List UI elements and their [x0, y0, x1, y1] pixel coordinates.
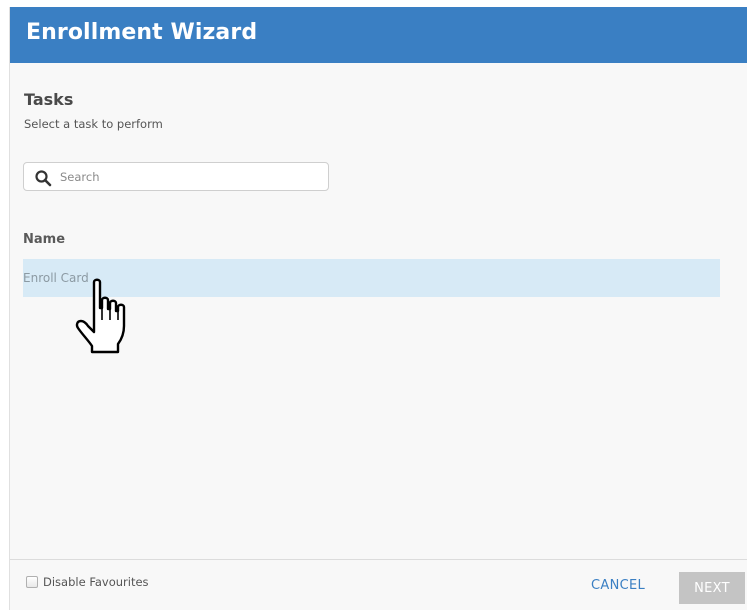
column-header-name: Name [23, 232, 66, 247]
cancel-button[interactable]: CANCEL [591, 578, 645, 593]
disable-favourites-toggle[interactable]: Disable Favourites [26, 574, 149, 590]
disable-favourites-label: Disable Favourites [43, 575, 149, 589]
footer-divider [10, 559, 747, 560]
dialog-title: Enrollment Wizard [26, 20, 258, 45]
search-icon [35, 170, 52, 187]
search-field[interactable] [23, 162, 329, 191]
section-heading: Tasks [24, 90, 74, 109]
disable-favourites-checkbox[interactable] [26, 576, 38, 588]
section-subheading: Select a task to perform [24, 117, 163, 131]
dialog-header: Enrollment Wizard [10, 7, 747, 63]
hand-pointer-icon [75, 278, 126, 354]
next-button[interactable]: NEXT [679, 572, 745, 604]
search-input[interactable] [60, 166, 320, 188]
